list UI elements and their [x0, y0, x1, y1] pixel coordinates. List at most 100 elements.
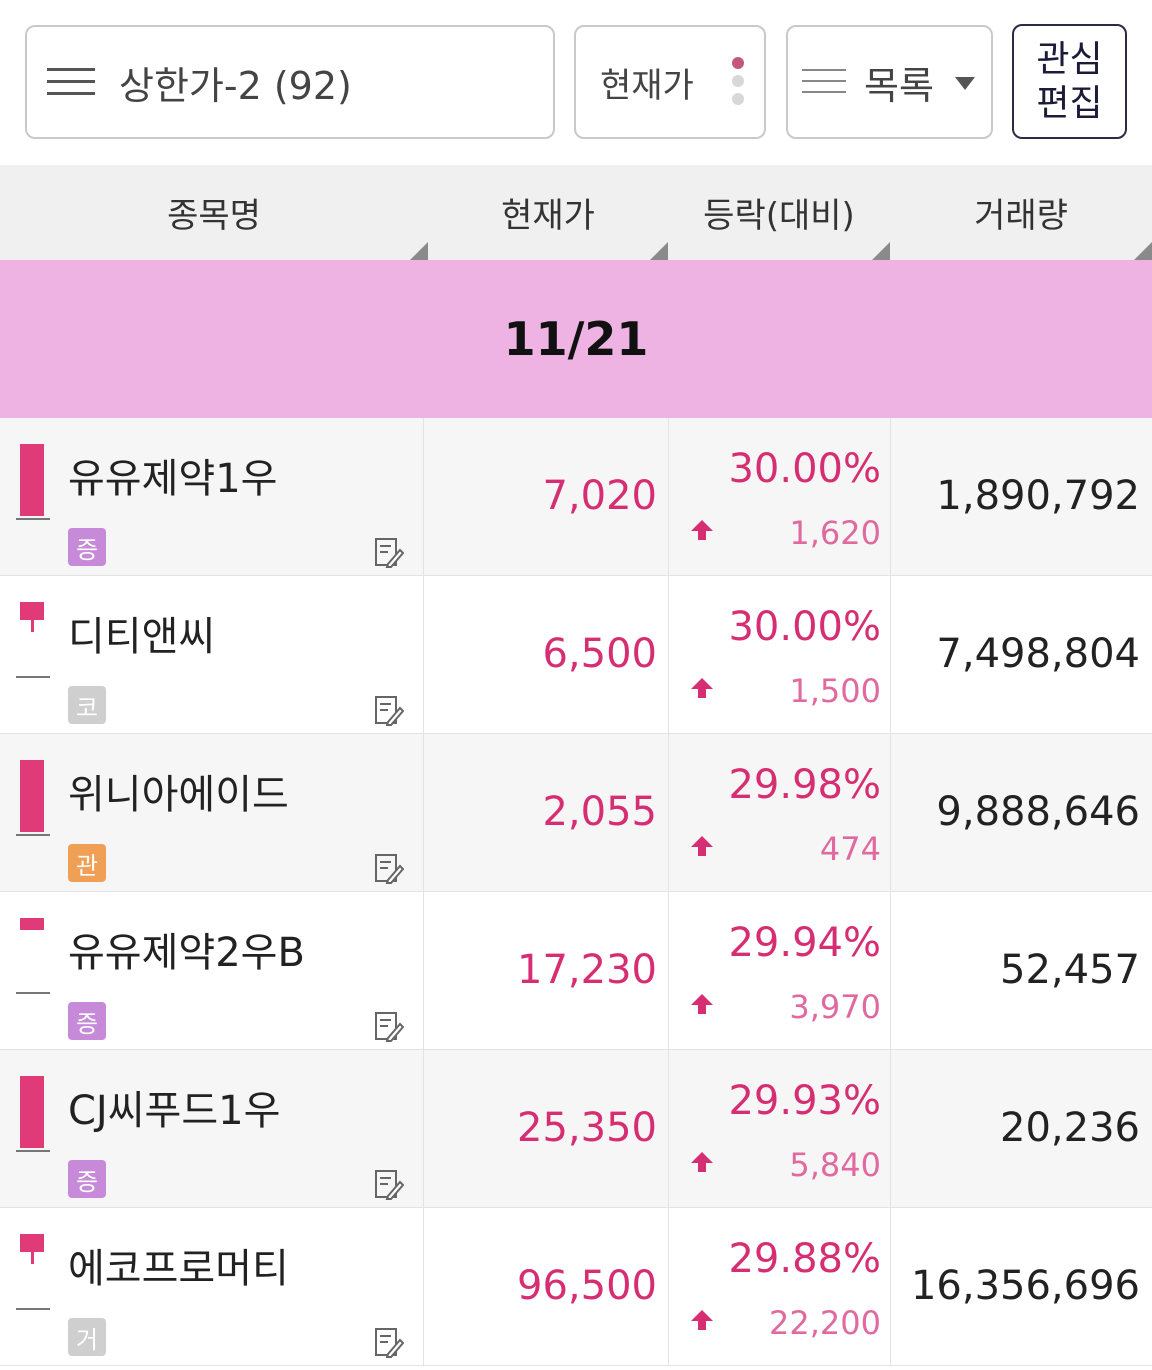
column-divider [890, 418, 891, 575]
volume: 9,888,646 [936, 789, 1140, 835]
change-amount: 5,840 [789, 1146, 881, 1184]
change-amount: 1,500 [789, 672, 881, 710]
column-divider [423, 734, 424, 891]
stock-name: 유유제약1우 [68, 456, 278, 502]
column-divider [668, 892, 669, 1049]
edit-line2: 편집 [1036, 82, 1103, 124]
change-percent: 29.98% [728, 762, 881, 808]
volume: 7,498,804 [936, 631, 1140, 677]
change-percent: 29.94% [728, 920, 881, 966]
mini-candle-icon [16, 918, 50, 994]
column-divider [890, 576, 891, 733]
volume: 16,356,696 [910, 1263, 1140, 1309]
header-price-label: 현재가 [501, 196, 595, 236]
market-badge: 거 [68, 1318, 106, 1356]
current-price: 96,500 [517, 1263, 657, 1309]
volume: 20,236 [1000, 1105, 1140, 1151]
table-row[interactable]: 위니아에이드관 2,055 29.98% 474 9,888,646 [0, 734, 1152, 892]
volume: 1,890,792 [936, 473, 1140, 519]
up-arrow-icon [691, 836, 713, 856]
edit-line1: 관심 [1036, 38, 1103, 80]
column-divider [668, 418, 669, 575]
column-divider [423, 1208, 424, 1365]
menu-icon [47, 66, 95, 98]
group-label: 상한가-2 (92) [119, 63, 352, 108]
table-row[interactable]: 디티앤씨코 6,500 30.00% 1,500 7,498,804 [0, 576, 1152, 734]
sort-corner-icon [1134, 242, 1152, 260]
sort-corner-icon [872, 242, 890, 260]
mini-candle-icon [16, 760, 50, 836]
up-arrow-icon [691, 1310, 713, 1330]
list-icon [802, 67, 846, 97]
stock-name: 유유제약2우B [68, 930, 305, 976]
header-volume-label: 거래량 [974, 196, 1068, 236]
change-amount: 474 [819, 830, 881, 868]
dropdown-caret-icon [955, 77, 975, 90]
header-change[interactable]: 등락(대비) [668, 165, 890, 260]
header-name-label: 종목명 [167, 196, 261, 236]
up-arrow-icon [691, 678, 713, 698]
memo-icon[interactable] [374, 852, 404, 884]
market-badge: 증 [68, 528, 106, 566]
mini-candle-icon [16, 444, 50, 520]
stock-name: 위니아에이드 [68, 772, 289, 818]
memo-icon[interactable] [374, 1326, 404, 1358]
header-price[interactable]: 현재가 [428, 165, 668, 260]
mini-candle-icon [16, 602, 50, 678]
memo-icon[interactable] [374, 536, 404, 568]
memo-icon[interactable] [374, 1010, 404, 1042]
change-amount: 3,970 [789, 988, 881, 1026]
mini-candle-icon [16, 1234, 50, 1310]
market-badge: 코 [68, 686, 106, 724]
change-amount: 1,620 [789, 514, 881, 552]
current-price: 2,055 [542, 789, 657, 835]
stock-name: 에코프로머티 [68, 1246, 289, 1292]
memo-icon[interactable] [374, 694, 404, 726]
stock-name: 디티앤씨 [68, 614, 216, 660]
date-label: 11/21 [503, 312, 649, 366]
header-change-label: 등락(대비) [703, 196, 855, 236]
column-divider [890, 1208, 891, 1365]
column-divider [423, 892, 424, 1049]
column-divider [668, 734, 669, 891]
edit-watchlist-button[interactable]: 관심 편집 [1012, 24, 1127, 139]
date-separator: 11/21 [0, 260, 1152, 418]
header-volume[interactable]: 거래량 [890, 165, 1152, 260]
change-percent: 29.88% [728, 1236, 881, 1282]
group-select[interactable]: 상한가-2 (92) [25, 25, 555, 139]
table-row[interactable]: 유유제약1우증 7,020 30.00% 1,620 1,890,792 [0, 418, 1152, 576]
table-header: 종목명 현재가 등락(대비) 거래량 [0, 165, 1152, 261]
change-percent: 30.00% [728, 446, 881, 492]
header-name[interactable]: 종목명 [0, 165, 428, 260]
table-row[interactable]: 유유제약2우B 증 17,230 29.94% 3,970 52,457 [0, 892, 1152, 1050]
column-divider [423, 576, 424, 733]
sort-corner-icon [650, 242, 668, 260]
column-divider [890, 734, 891, 891]
market-badge: 증 [68, 1002, 106, 1040]
toggle-dots-icon [732, 57, 746, 111]
column-divider [423, 1050, 424, 1207]
stock-list: 유유제약1우증 7,020 30.00% 1,620 1,890,792 디티앤씨코 6,5… [0, 418, 1152, 1366]
view-mode-select[interactable]: 목록 [786, 25, 993, 139]
change-amount: 22,200 [769, 1304, 881, 1342]
change-percent: 30.00% [728, 604, 881, 650]
table-row[interactable]: 에코프로머티거 96,500 29.88% 22,200 16,356,696 [0, 1208, 1152, 1366]
current-price: 7,020 [542, 473, 657, 519]
price-type-label: 현재가 [600, 65, 694, 106]
volume: 52,457 [1000, 947, 1140, 993]
sort-corner-icon [410, 242, 428, 260]
table-row[interactable]: CJ씨푸드1우증 25,350 29.93% 5,840 20,236 [0, 1050, 1152, 1208]
current-price: 25,350 [517, 1105, 657, 1151]
market-badge: 증 [68, 1160, 106, 1198]
current-price: 6,500 [542, 631, 657, 677]
current-price: 17,230 [517, 947, 657, 993]
market-badge: 관 [68, 844, 106, 882]
change-percent: 29.93% [728, 1078, 881, 1124]
column-divider [668, 1050, 669, 1207]
toolbar: 상한가-2 (92) 현재가 목록 관심 편집 [0, 0, 1152, 165]
price-type-select[interactable]: 현재가 [574, 25, 766, 139]
stock-name: CJ씨푸드1우 [68, 1088, 281, 1134]
column-divider [668, 1208, 669, 1365]
column-divider [890, 892, 891, 1049]
memo-icon[interactable] [374, 1168, 404, 1200]
